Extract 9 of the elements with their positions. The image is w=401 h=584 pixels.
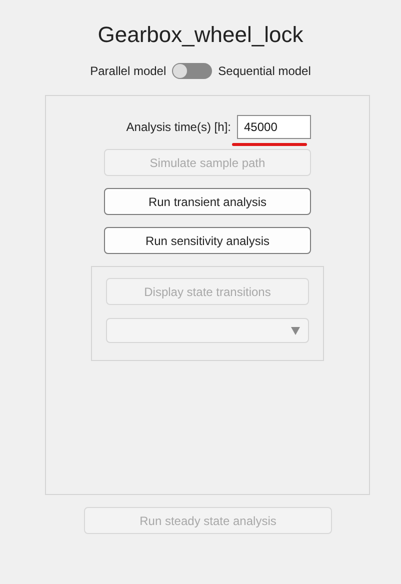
dropdown-arrow-icon — [291, 326, 300, 334]
action-button[interactable]: Run transient analysis — [104, 188, 311, 215]
toggle-label: Parallel model — [90, 64, 166, 78]
toggle-label: Sequential model — [218, 64, 311, 78]
app-title: Gearbox_wheel_lock — [98, 22, 304, 48]
model-toggle[interactable] — [172, 63, 212, 79]
action-button[interactable]: Run sensitivity analysis — [104, 227, 311, 254]
field-label: Analysis time(s) [h]: — [126, 120, 231, 134]
analysis-time-field[interactable]: 45000 — [237, 115, 311, 139]
